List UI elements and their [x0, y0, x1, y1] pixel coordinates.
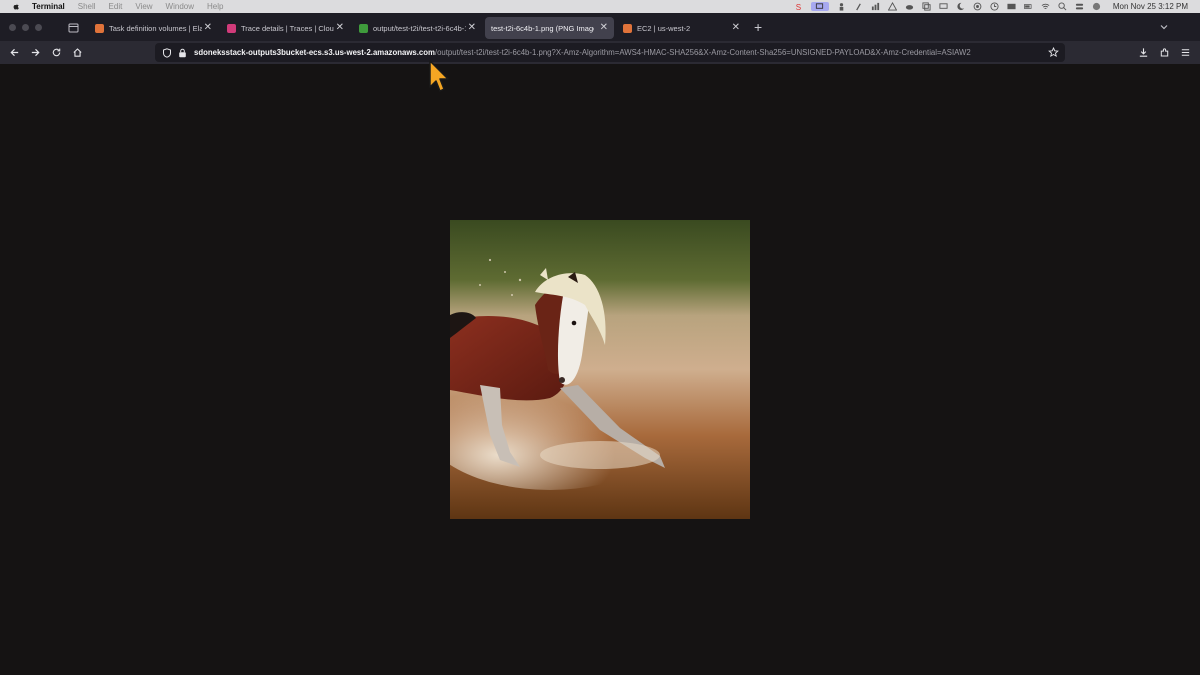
- downloads-button[interactable]: [1137, 46, 1149, 58]
- display-icon[interactable]: [939, 2, 948, 11]
- tab-title: test-t2i-6c4b-1.png (PNG Image, 512: [491, 23, 594, 33]
- menu-extras: S Mon Nov 25 3:12 PM: [794, 0, 1188, 13]
- reload-button[interactable]: [50, 46, 62, 58]
- menu-help[interactable]: Help: [207, 2, 223, 11]
- spotlight-search-icon[interactable]: [1058, 2, 1067, 11]
- window-controls: [9, 24, 42, 31]
- close-tab-icon[interactable]: ✕: [600, 22, 608, 33]
- arrow-left-icon: [9, 48, 18, 56]
- menu-view[interactable]: View: [135, 2, 152, 11]
- tab-s3-output[interactable]: output/test-t2i/test-t2i-6c4b-1.png ✕: [352, 17, 482, 39]
- control-center-icon[interactable]: [1075, 2, 1084, 11]
- close-window-button[interactable]: [9, 24, 16, 31]
- menu-edit[interactable]: Edit: [109, 2, 123, 11]
- brush-icon[interactable]: [854, 2, 863, 11]
- home-icon: [72, 47, 82, 57]
- wifi-icon[interactable]: [1041, 2, 1050, 11]
- tab-title: Trace details | Traces | CloudWatch: [241, 23, 334, 33]
- close-tab-icon[interactable]: ✕: [336, 22, 344, 33]
- download-icon: [1139, 47, 1147, 57]
- browser-tab-strip: Task definition volumes | Elastic ✕ Trac…: [0, 13, 1200, 41]
- clock-status-icon[interactable]: [990, 2, 999, 11]
- tab-title: Task definition volumes | Elastic: [109, 23, 202, 33]
- macos-menu-bar: Terminal Shell Edit View Window Help S M…: [0, 0, 1200, 13]
- firefox-view-icon[interactable]: [68, 22, 79, 33]
- browser-toolbar: sdoneksstack-outputs3bucket-ecs.s3.us-we…: [0, 41, 1200, 64]
- back-button[interactable]: [8, 46, 20, 58]
- star-icon[interactable]: [1048, 47, 1059, 58]
- svg-text:S: S: [796, 3, 802, 11]
- close-tab-icon[interactable]: ✕: [732, 22, 740, 33]
- tab-ec2[interactable]: EC2 | us-west-2 ✕: [616, 17, 746, 39]
- url-text[interactable]: sdoneksstack-outputs3bucket-ecs.s3.us-we…: [194, 48, 1042, 57]
- menu-window[interactable]: Window: [166, 2, 194, 11]
- forward-button[interactable]: [29, 46, 41, 58]
- tab-trace-details[interactable]: Trace details | Traces | CloudWatch ✕: [220, 17, 350, 39]
- shield-icon[interactable]: [162, 47, 172, 58]
- ec2-favicon-icon: [623, 23, 632, 33]
- mouse-cursor-icon: [429, 60, 449, 92]
- stats-icon[interactable]: [871, 2, 880, 11]
- copy-icon[interactable]: [922, 2, 931, 11]
- siri-icon[interactable]: [1092, 2, 1101, 11]
- tab-png-image[interactable]: test-t2i-6c4b-1.png (PNG Image, 512 ✕: [485, 17, 614, 39]
- cloud-icon[interactable]: [905, 2, 914, 11]
- menu-clock[interactable]: Mon Nov 25 3:12 PM: [1113, 2, 1188, 11]
- menu-app-name[interactable]: Terminal: [32, 2, 65, 11]
- zoom-window-button[interactable]: [35, 24, 42, 31]
- home-button[interactable]: [71, 46, 83, 58]
- lock-icon[interactable]: [178, 48, 187, 58]
- s3-favicon-icon: [359, 23, 368, 33]
- arrow-right-icon: [31, 48, 40, 56]
- screen-share-icon[interactable]: [810, 2, 829, 11]
- menu-shell[interactable]: Shell: [78, 2, 96, 11]
- tab-title: output/test-t2i/test-t2i-6c4b-1.png: [373, 23, 466, 33]
- url-path: /output/test-t2i/test-t2i-6c4b-1.png?X-A…: [434, 48, 971, 57]
- minimize-window-button[interactable]: [22, 24, 29, 31]
- apple-menu-icon[interactable]: [12, 3, 22, 11]
- person-icon[interactable]: [837, 2, 846, 11]
- tab-task-definition[interactable]: Task definition volumes | Elastic ✕: [88, 17, 218, 39]
- hamburger-menu-icon: [1181, 48, 1189, 56]
- aws-favicon-icon: [95, 23, 104, 33]
- new-tab-button[interactable]: +: [754, 19, 762, 35]
- close-tab-icon[interactable]: ✕: [204, 22, 212, 33]
- moon-icon[interactable]: [956, 2, 965, 11]
- image-viewer: [0, 64, 1200, 675]
- keyboard-icon[interactable]: [1007, 2, 1016, 11]
- extensions-button[interactable]: [1158, 46, 1170, 58]
- generated-horse-image[interactable]: [450, 220, 750, 519]
- list-all-tabs-icon[interactable]: [1159, 22, 1169, 32]
- triangle-icon[interactable]: [887, 2, 897, 11]
- extensions-icon: [1160, 47, 1168, 56]
- app-menu-button[interactable]: [1179, 46, 1191, 58]
- record-icon[interactable]: [973, 2, 982, 11]
- close-tab-icon[interactable]: ✕: [468, 22, 476, 33]
- reload-icon: [52, 48, 60, 56]
- cloudwatch-favicon-icon: [227, 23, 236, 33]
- address-bar[interactable]: sdoneksstack-outputs3bucket-ecs.s3.us-we…: [155, 43, 1065, 62]
- url-host: sdoneksstack-outputs3bucket-ecs.s3.us-we…: [194, 48, 435, 57]
- tab-title: EC2 | us-west-2: [637, 23, 691, 33]
- battery-icon[interactable]: [1023, 2, 1033, 11]
- status-s-icon[interactable]: S: [794, 2, 803, 11]
